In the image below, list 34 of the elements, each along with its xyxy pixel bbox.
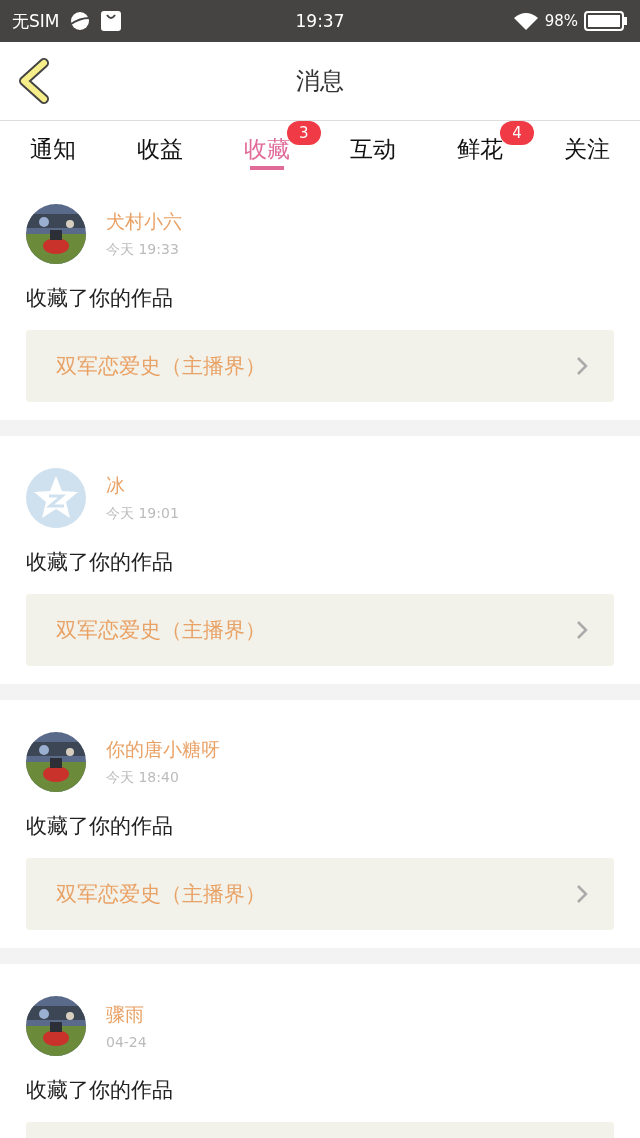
- work-link[interactable]: 双军恋爱史（主播界）: [26, 330, 614, 402]
- message-text: 收藏了你的作品: [26, 285, 174, 312]
- back-icon: [16, 58, 50, 104]
- message-text: 收藏了你的作品: [26, 1077, 174, 1104]
- page-title: 消息: [296, 66, 344, 97]
- timestamp: 今天 18:40: [106, 769, 180, 787]
- work-link[interactable]: 双军恋爱史（主播界）: [26, 594, 614, 666]
- timestamp: 04-24: [106, 1034, 147, 1050]
- wifi-icon: [512, 11, 539, 31]
- user-name[interactable]: 犬村小六: [106, 209, 182, 235]
- timestamp: 今天 19:01: [106, 505, 179, 523]
- default-avatar-icon: [26, 468, 86, 528]
- planet-icon: [69, 10, 92, 32]
- timestamp: 今天 19:33: [106, 241, 180, 259]
- message-text: 收藏了你的作品: [26, 813, 174, 840]
- user-name[interactable]: 骤雨: [106, 1002, 147, 1028]
- chevron-right-icon: [576, 356, 588, 376]
- battery-percent: 98%: [544, 12, 578, 30]
- carrier-text: 无SIM: [12, 9, 60, 33]
- tab[interactable]: 收益: [106, 121, 214, 172]
- tab[interactable]: 关注: [533, 121, 640, 172]
- tab[interactable]: 鲜花 4: [426, 121, 534, 172]
- tab[interactable]: 通知: [0, 121, 107, 172]
- user-name[interactable]: 冰: [106, 473, 179, 499]
- work-link[interactable]: 双军恋爱史（主播界）: [26, 858, 614, 930]
- battery-icon: [584, 11, 628, 31]
- chevron-right-icon: [576, 884, 588, 904]
- back-button[interactable]: [16, 58, 50, 104]
- user-name[interactable]: 你的唐小糖呀: [106, 737, 220, 763]
- chevron-right-icon: [576, 620, 588, 640]
- shopping-bag-icon: [101, 11, 122, 31]
- message-text: 收藏了你的作品: [26, 549, 174, 576]
- clock-text: 19:37: [295, 11, 345, 31]
- tab[interactable]: 互动: [320, 121, 427, 172]
